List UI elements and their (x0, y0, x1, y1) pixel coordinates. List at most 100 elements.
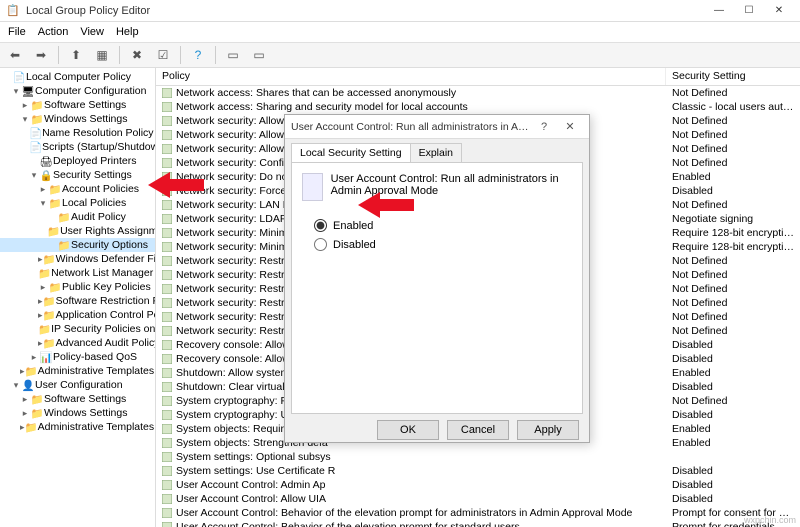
tree-pane[interactable]: 📄Local Computer Policy▾🖥Computer Configu… (0, 68, 156, 527)
tree-item[interactable]: ▾👤User Configuration (0, 378, 155, 392)
list-row[interactable]: System settings: Use Certificate RDisabl… (156, 464, 800, 478)
menu-view[interactable]: View (80, 26, 104, 38)
list-header: Policy Security Setting (156, 68, 800, 86)
tree-item[interactable]: ▸📁Administrative Templates (0, 420, 155, 434)
close-button[interactable]: ✕ (764, 0, 794, 22)
list-row[interactable]: User Account Control: Admin ApDisabled (156, 478, 800, 492)
tree-item-label: Software Settings (44, 99, 126, 111)
col-header-policy[interactable]: Policy (156, 68, 666, 85)
expand-icon[interactable]: ▸ (20, 394, 30, 405)
folder-icon: 🖥 (21, 85, 35, 98)
tree-item-label: Local Computer Policy (26, 71, 131, 83)
list-row[interactable]: System settings: Optional subsys (156, 450, 800, 464)
properties-button[interactable]: ☑ (152, 45, 174, 65)
tree-item[interactable]: ▸📁Advanced Audit Policy Config… (0, 336, 155, 350)
tree-item[interactable]: 📁Network List Manager Policies (0, 266, 155, 280)
radio-enabled-input[interactable] (314, 219, 327, 232)
tree-item[interactable]: ▸📁Public Key Policies (0, 280, 155, 294)
policy-item-icon (162, 410, 172, 420)
list-row[interactable]: User Account Control: Behavior of the el… (156, 506, 800, 520)
tree-item[interactable]: 📁Audit Policy (0, 210, 155, 224)
tree-item[interactable]: ▸📁Software Settings (0, 392, 155, 406)
tree-item[interactable]: ▸📊Policy-based QoS (0, 350, 155, 364)
policy-item-icon (162, 312, 172, 322)
up-button[interactable]: ⬆ (65, 45, 87, 65)
list-row[interactable]: User Account Control: Allow UIADisabled (156, 492, 800, 506)
tree-item[interactable]: ▾📁Local Policies (0, 196, 155, 210)
tree-item[interactable]: 🖨Deployed Printers (0, 154, 155, 168)
tree-item-label: Windows Settings (44, 113, 127, 125)
col-header-setting[interactable]: Security Setting (666, 68, 800, 85)
policy-item-icon (162, 494, 172, 504)
folder-icon: 📊 (39, 351, 53, 364)
expand-icon[interactable]: ▸ (29, 352, 39, 363)
policy-setting: Require 128-bit encrypti… (666, 227, 800, 239)
show-tree-button[interactable]: ▦ (91, 45, 113, 65)
folder-icon: 📁 (30, 393, 44, 406)
max-button[interactable]: ☐ (734, 0, 764, 22)
tree-item[interactable]: 📁IP Security Policies on Local C… (0, 322, 155, 336)
tree-item[interactable]: 📄Local Computer Policy (0, 70, 155, 84)
help-button[interactable]: ? (187, 45, 209, 65)
list-row[interactable]: Network access: Sharing and security mod… (156, 100, 800, 114)
tree-item[interactable]: ▾📁Windows Settings (0, 112, 155, 126)
tree-item[interactable]: ▸📁Account Policies (0, 182, 155, 196)
tree-item[interactable]: 📁Security Options (0, 238, 155, 252)
radio-disabled[interactable]: Disabled (314, 238, 572, 251)
list-row[interactable]: Network access: Shares that can be acces… (156, 86, 800, 100)
tree-item[interactable]: ▸📁Software Restriction Policies (0, 294, 155, 308)
forward-button[interactable]: ➡ (30, 45, 52, 65)
radio-disabled-input[interactable] (314, 238, 327, 251)
tree-item[interactable]: 📄Name Resolution Policy (0, 126, 155, 140)
policy-item-icon (162, 508, 172, 518)
tab-local-security-setting[interactable]: Local Security Setting (291, 143, 411, 162)
expand-icon[interactable]: ▾ (11, 86, 21, 97)
folder-icon: 📁 (25, 365, 38, 378)
tree-item-label: Audit Policy (71, 211, 126, 223)
list-row[interactable]: User Account Control: Behavior of the el… (156, 520, 800, 527)
policy-name: User Account Control: Behavior of the el… (176, 507, 632, 519)
expand-icon[interactable]: ▸ (38, 184, 48, 195)
view1-button[interactable]: ▭ (222, 45, 244, 65)
tree-item[interactable]: ▸📁Windows Settings (0, 406, 155, 420)
dialog-help-button[interactable]: ? (531, 121, 557, 133)
policy-item-icon (162, 116, 172, 126)
expand-icon[interactable]: ▸ (20, 408, 30, 419)
menu-file[interactable]: File (8, 26, 26, 38)
expand-icon[interactable]: ▸ (20, 100, 30, 111)
expand-icon[interactable]: ▾ (11, 380, 21, 391)
expand-icon[interactable]: ▾ (20, 114, 30, 125)
expand-icon[interactable]: ▸ (38, 282, 48, 293)
titlebar: 📋 Local Group Policy Editor — ☐ ✕ (0, 0, 800, 22)
radio-enabled[interactable]: Enabled (314, 219, 572, 232)
min-button[interactable]: — (704, 0, 734, 22)
tab-explain[interactable]: Explain (410, 143, 462, 162)
back-button[interactable]: ⬅ (4, 45, 26, 65)
tree-item-label: Security Options (71, 239, 148, 251)
menu-help[interactable]: Help (116, 26, 139, 38)
tree-item[interactable]: 📄Scripts (Startup/Shutdown) (0, 140, 155, 154)
delete-button[interactable]: ✖ (126, 45, 148, 65)
tree-item-label: Application Control Policies (56, 309, 155, 321)
dialog-title: User Account Control: Run all administra… (291, 121, 531, 133)
folder-icon: 📁 (30, 407, 44, 420)
apply-button[interactable]: Apply (517, 420, 579, 440)
expand-icon[interactable]: ▾ (29, 170, 39, 181)
tree-item[interactable]: ▸📁Windows Defender Firewall wit… (0, 252, 155, 266)
expand-icon[interactable]: ▾ (38, 198, 48, 209)
policy-item-icon (162, 396, 172, 406)
tree-item[interactable]: 📁User Rights Assignment (0, 224, 155, 238)
cancel-button[interactable]: Cancel (447, 420, 509, 440)
tree-item[interactable]: ▸📁Administrative Templates (0, 364, 155, 378)
ok-button[interactable]: OK (377, 420, 439, 440)
dialog-close-button[interactable]: ✕ (557, 120, 583, 133)
tree-item[interactable]: ▸📁Software Settings (0, 98, 155, 112)
view2-button[interactable]: ▭ (248, 45, 270, 65)
watermark: wxpchin.com (744, 515, 796, 525)
tree-item[interactable]: ▸📁Application Control Policies (0, 308, 155, 322)
policy-icon (302, 173, 323, 201)
tree-item-label: Windows Defender Firewall wit… (56, 253, 155, 265)
tree-item[interactable]: ▾🔒Security Settings (0, 168, 155, 182)
tree-item[interactable]: ▾🖥Computer Configuration (0, 84, 155, 98)
menu-action[interactable]: Action (38, 26, 69, 38)
